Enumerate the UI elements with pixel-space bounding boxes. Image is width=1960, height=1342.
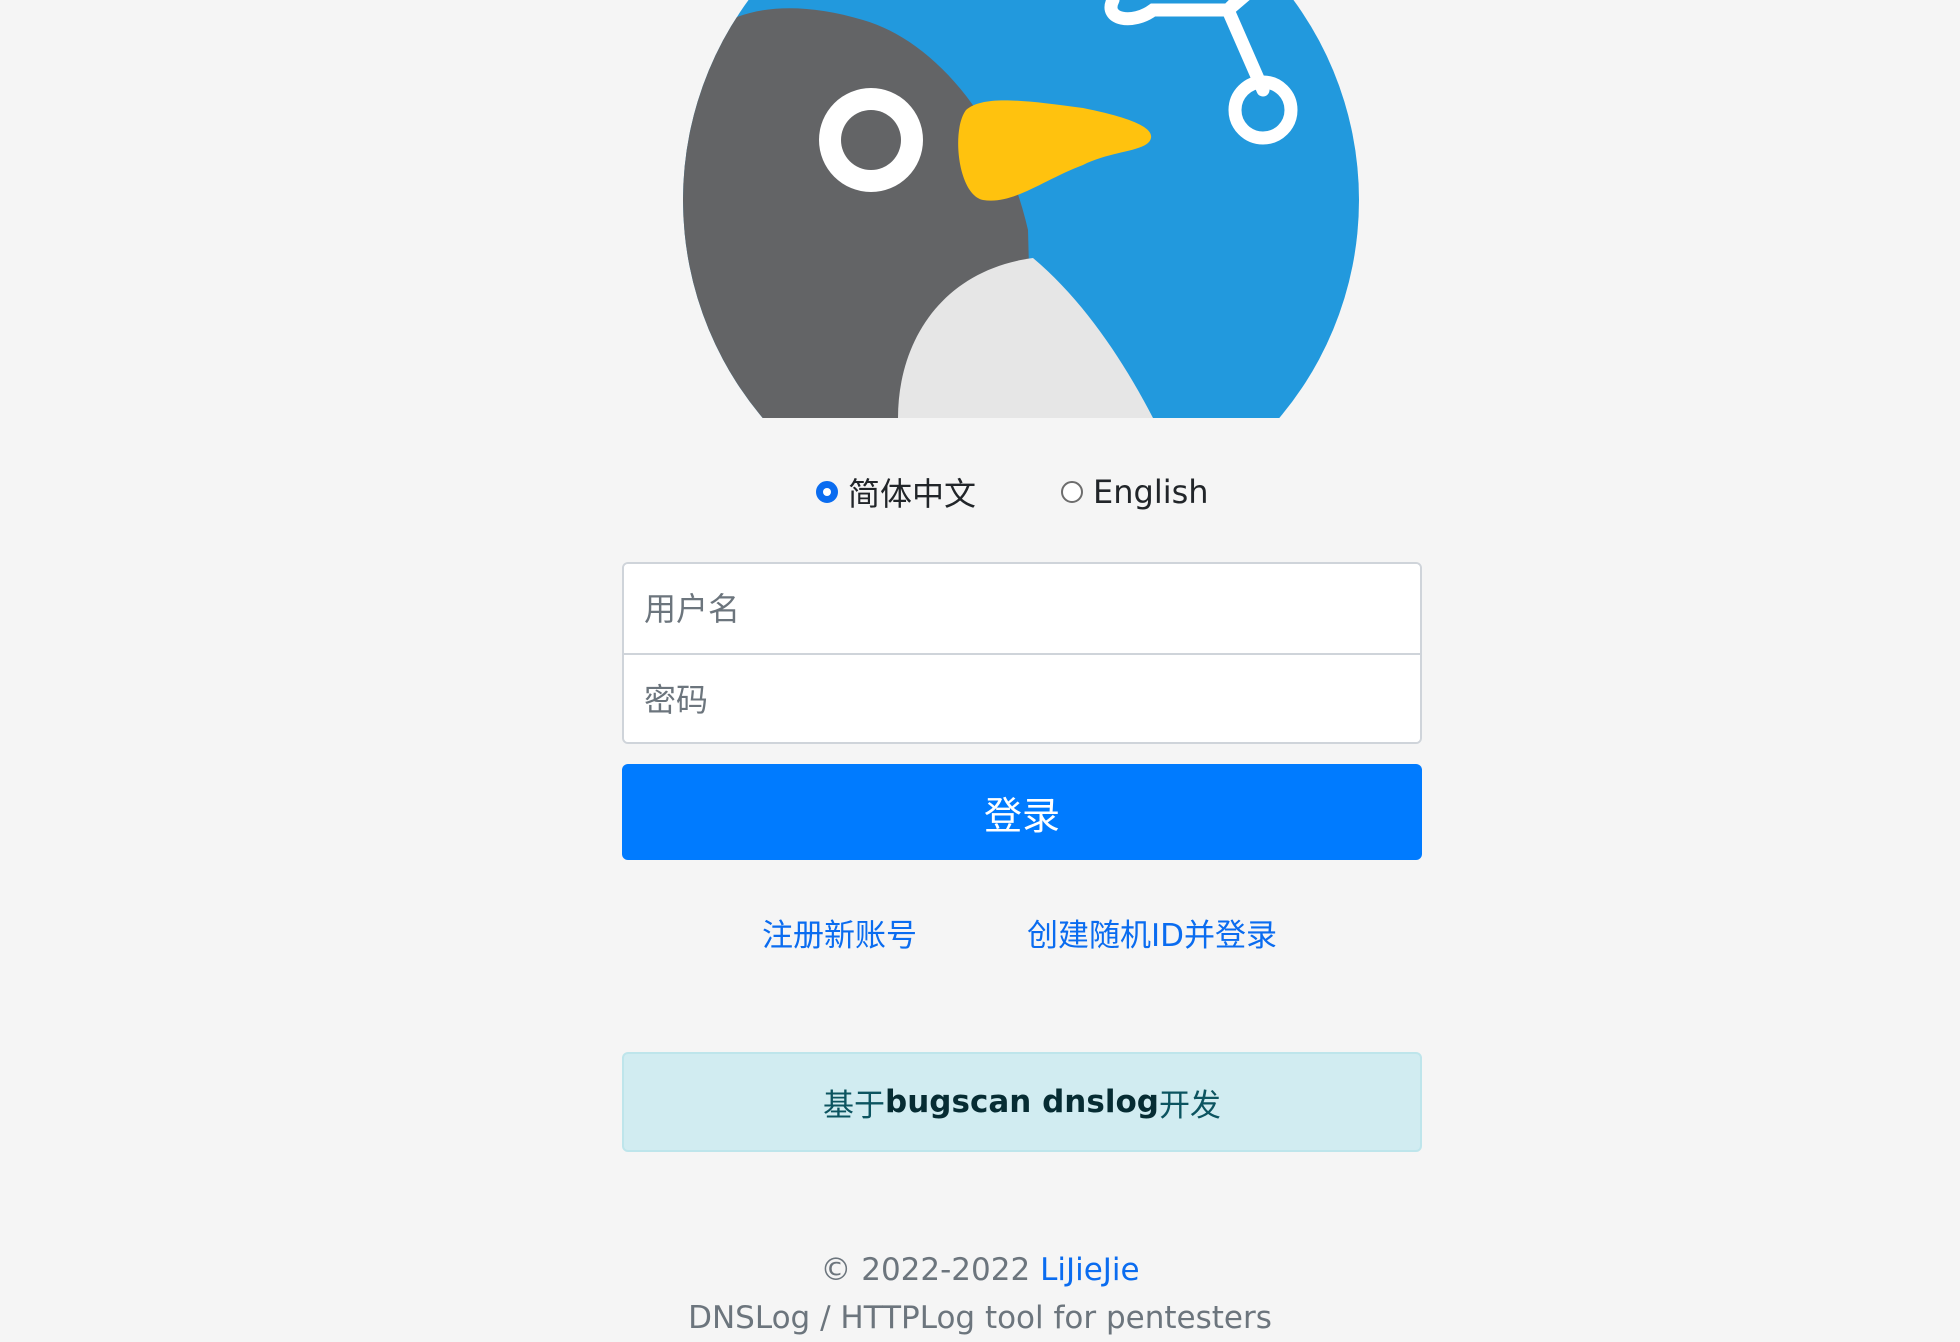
language-selector: 简体中文 English <box>0 470 1960 514</box>
author-link[interactable]: LiJieJie <box>1040 1252 1140 1288</box>
info-prefix: 基于 <box>823 1087 886 1124</box>
info-bold: bugscan dnslog <box>885 1084 1159 1120</box>
language-option-zh[interactable]: 简体中文 <box>816 470 976 514</box>
language-option-en[interactable]: English <box>1061 470 1209 514</box>
footer-tagline: DNSLog / HTTPLog tool for pentesters <box>688 1300 1272 1336</box>
language-radio-en[interactable] <box>1061 481 1083 503</box>
language-label-zh: 简体中文 <box>848 475 977 513</box>
copyright-text: © 2022-2022 <box>820 1252 1041 1288</box>
info-alert: 基于 bugscan dnslog 开发 <box>622 1052 1422 1152</box>
login-button[interactable]: 登录 <box>622 764 1422 860</box>
footer-copyright: © 2022-2022 LiJieJie <box>0 1252 1960 1288</box>
register-link[interactable]: 注册新账号 <box>762 910 917 955</box>
info-suffix: 开发 <box>1158 1087 1221 1124</box>
login-form <box>622 562 1422 744</box>
penguin-logo-icon <box>683 0 1359 418</box>
language-radio-zh[interactable] <box>816 481 838 503</box>
password-input[interactable] <box>624 655 1420 742</box>
language-label-en: English <box>1093 473 1209 511</box>
login-page: 简体中文 English 登录 注册新账号 创建随机ID并登录 基于bugsca… <box>0 0 1960 1342</box>
username-input[interactable] <box>624 564 1420 653</box>
random-id-login-link[interactable]: 创建随机ID并登录 <box>1027 910 1277 955</box>
